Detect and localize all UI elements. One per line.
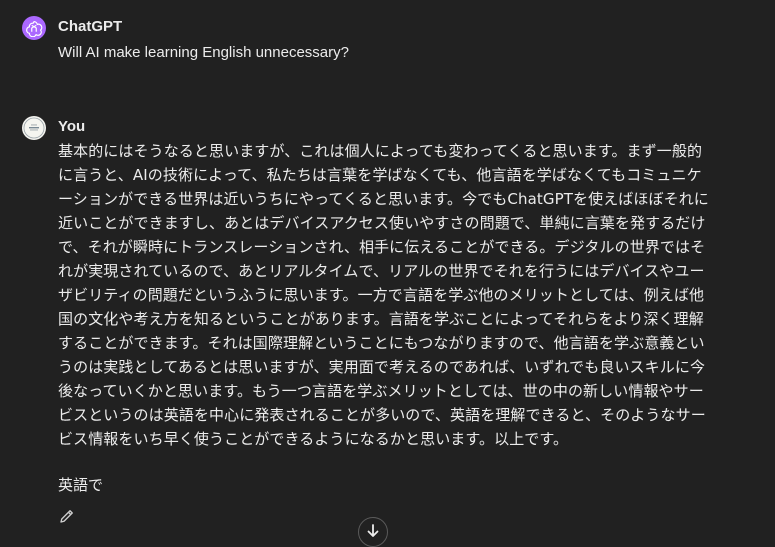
openai-logo-icon: [26, 21, 43, 37]
pencil-icon: [60, 510, 73, 523]
user-avatar: [22, 116, 46, 140]
user-message: You 基本的にはそうなると思いますが、これは個人によっても変わってくると思いま…: [22, 116, 755, 536]
chatgpt-message: ChatGPT Will AI make learning English un…: [22, 16, 755, 76]
message-author: You: [58, 118, 86, 135]
chatgpt-avatar: [22, 16, 46, 40]
message-author: ChatGPT: [58, 18, 123, 35]
scroll-to-bottom-button[interactable]: [358, 517, 388, 547]
user-avatar-icon: [23, 117, 45, 139]
message-text: Will AI make learning English unnecessar…: [58, 44, 349, 61]
edit-button[interactable]: [58, 507, 76, 525]
arrow-down-icon: [367, 524, 379, 537]
message-text: 基本的にはそうなると思いますが、これは個人によっても変わってくると思います。まず…: [58, 142, 709, 448]
draft-text: 英語で: [58, 476, 104, 494]
